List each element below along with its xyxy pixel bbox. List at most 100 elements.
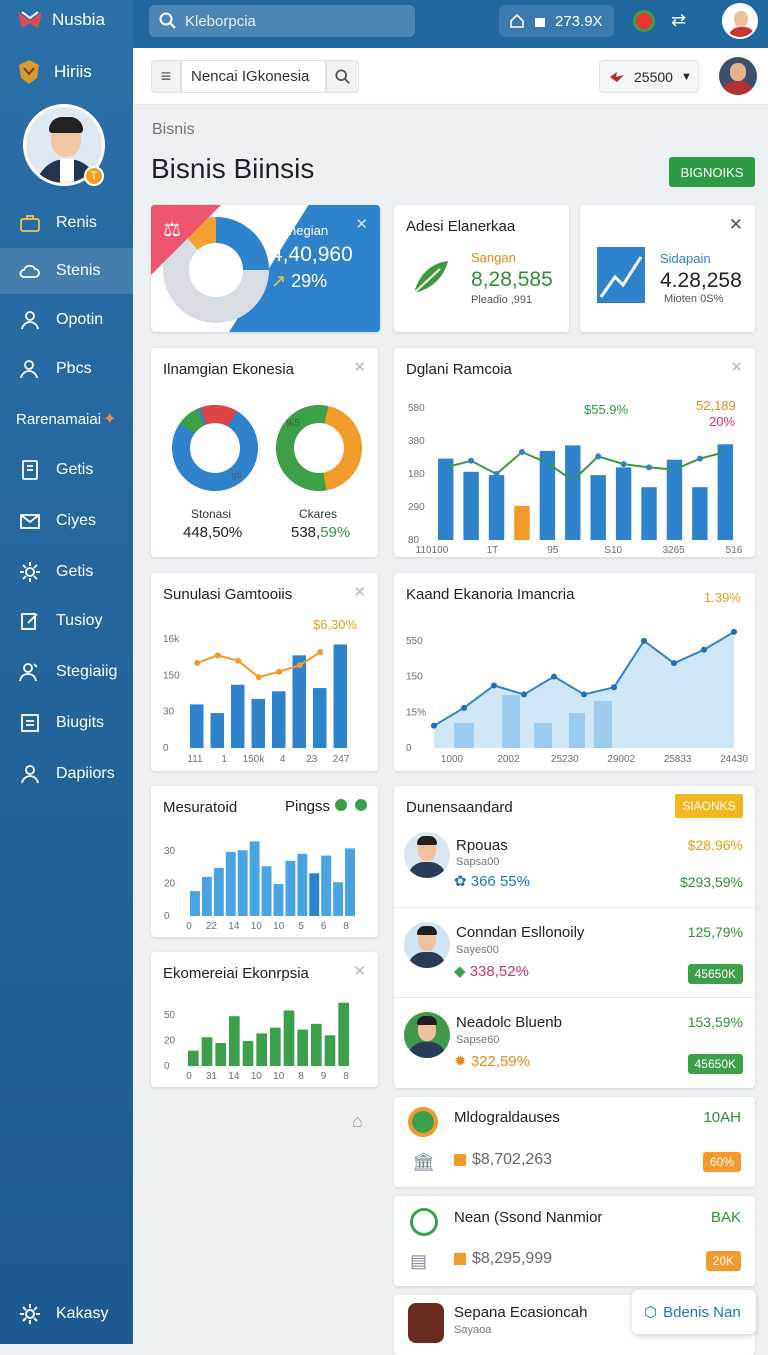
donut-chart-right bbox=[276, 405, 362, 491]
sidebar-item-stenis[interactable]: Stenis bbox=[0, 248, 133, 294]
sidebar-item-label: Stegiaiig bbox=[56, 663, 118, 680]
sidebar-item-dapiiors[interactable]: Dapiiors bbox=[0, 751, 133, 797]
line-point bbox=[518, 449, 525, 455]
bar bbox=[261, 866, 272, 916]
sidebar-item-renis[interactable]: Renis bbox=[0, 200, 133, 246]
sidebar-item-pbcs[interactable]: Pbcs bbox=[0, 346, 133, 392]
close-icon[interactable]: ✕ bbox=[729, 215, 743, 235]
sidebar-item-label: Ciyes bbox=[56, 512, 97, 529]
leaderboard-badge[interactable]: SIAONKS bbox=[675, 794, 743, 818]
search-icon bbox=[159, 12, 176, 29]
sidebar-item-tusioy[interactable]: Tusioy bbox=[0, 598, 133, 644]
list-item[interactable]: Conndan Esllonoily Sayes00 ◆ 338,52% 125… bbox=[394, 908, 755, 998]
notification-icon[interactable] bbox=[633, 10, 655, 32]
stat-card-blue[interactable]: ⚖ ✕ Manegian 4,40,960 ↗ 29% bbox=[151, 205, 380, 332]
bar bbox=[717, 444, 733, 540]
avatar-badge: T bbox=[84, 166, 104, 186]
sidebar-item-label: Tusioy bbox=[56, 612, 103, 629]
user-avatar[interactable] bbox=[722, 3, 758, 39]
row-name: Rpouas bbox=[456, 837, 508, 854]
sidebar-item-getis[interactable]: Getis bbox=[0, 549, 133, 595]
x-tick-label: 9 bbox=[321, 1071, 327, 1082]
gear-icon bbox=[20, 1304, 40, 1324]
breadcrumb[interactable]: Bisnis bbox=[152, 121, 195, 139]
list-item[interactable]: Rpouas Sapsa00 ✿ 366 55% $28,96% $293,59… bbox=[394, 818, 755, 908]
person-icon bbox=[21, 765, 39, 784]
line-point bbox=[620, 461, 627, 468]
bar bbox=[324, 1035, 336, 1066]
swap-icon[interactable]: ⇄ bbox=[671, 10, 686, 31]
x-tick-label: 3265 bbox=[662, 545, 685, 556]
line-point bbox=[671, 466, 678, 473]
sidebar-item-ciyes[interactable]: Ciyes bbox=[0, 498, 133, 544]
x-tick-label: 0 bbox=[186, 921, 192, 932]
mini-card-pill: 60% bbox=[702, 1152, 741, 1172]
line-point bbox=[581, 691, 587, 698]
row-right-bottom: $293,59% bbox=[679, 874, 743, 890]
sidebar-item-opotin[interactable]: Opotin bbox=[0, 297, 133, 343]
counter-widget[interactable]: 273.9X bbox=[499, 5, 614, 37]
x-tick-label: 111 bbox=[187, 754, 203, 765]
bar bbox=[454, 723, 474, 748]
x-tick-label: 23 bbox=[306, 754, 318, 765]
profile-avatar[interactable] bbox=[719, 57, 757, 95]
bar bbox=[502, 695, 520, 748]
bar bbox=[283, 1010, 295, 1066]
sidebar-item-settings[interactable]: Kakasy bbox=[18, 1302, 108, 1326]
filter-input[interactable]: Nencai IGkonesia bbox=[181, 60, 326, 93]
bag-icon bbox=[535, 18, 545, 27]
action-button[interactable]: BIGNOIKS bbox=[669, 157, 755, 187]
wing-icon bbox=[610, 71, 624, 82]
bar bbox=[333, 882, 344, 916]
stat-change: 29% bbox=[291, 271, 328, 291]
y-tick-label: 290 bbox=[408, 502, 425, 513]
page-title: Bisnis Biinsis bbox=[151, 153, 315, 184]
bar bbox=[210, 713, 224, 748]
x-tick-label: 10 bbox=[251, 921, 263, 932]
bar-line-chart: 16k150300$6,30%111 1 150k 4 23 247 bbox=[163, 617, 358, 765]
y-tick-label: 50 bbox=[164, 1010, 176, 1021]
y-tick-label: 150 bbox=[163, 670, 180, 681]
close-icon[interactable]: ✕ bbox=[355, 215, 368, 233]
avatar bbox=[404, 832, 450, 878]
chart-card-ekomereiai: Ekomereiai Ekonrpsia ✕ 50 20 0 0 31 14 10 10 8 9 8 bbox=[151, 952, 378, 1087]
bar bbox=[321, 855, 332, 916]
cloud-icon bbox=[19, 264, 40, 278]
stat-sub: Pleadio ,991 bbox=[471, 294, 533, 306]
line-point bbox=[493, 471, 500, 477]
mini-card[interactable]: Mldograldauses 10AH 🏛 $8,702,263 60% bbox=[394, 1097, 755, 1187]
line-point bbox=[569, 477, 576, 484]
briefcase-icon bbox=[20, 215, 40, 232]
bar-chart: 50 20 0 0 31 14 10 10 8 9 8 bbox=[164, 1002, 349, 1082]
list-item[interactable]: Neadolc Bluenb Sapse60 ✹ 322,59% 153,59%… bbox=[394, 998, 755, 1088]
sidebar-item-getis[interactable]: Getis bbox=[0, 447, 133, 493]
x-tick-label: 0 bbox=[186, 1071, 192, 1082]
brand[interactable]: Nusbia bbox=[16, 6, 105, 34]
line-point bbox=[276, 668, 283, 675]
bar bbox=[514, 505, 530, 540]
line-series bbox=[445, 450, 726, 482]
sidebar-item-rarenamaiai[interactable]: Rarenamaiai ✦ bbox=[0, 396, 133, 442]
sidebar-item-biugits[interactable]: Biugits bbox=[0, 700, 133, 746]
stat-card-trend[interactable]: ✕ Sidapain 4.28,258 Mioten 0S% bbox=[580, 205, 755, 332]
mini-card-value: $8,295,999 bbox=[472, 1250, 553, 1267]
sidebar-item-stegiaiig[interactable]: Stegiaiig bbox=[0, 649, 133, 695]
bar bbox=[201, 876, 212, 916]
mini-card[interactable]: Nean (Ssond Nanmior BAK ▤ $8,295,999 20K bbox=[394, 1196, 755, 1286]
area-chart: 550 150 15% 0 1.39% 1000 2002 25230 29002 25833 24… bbox=[406, 590, 748, 765]
line-point bbox=[461, 704, 467, 711]
bar bbox=[590, 475, 606, 540]
menu-icon[interactable]: ≡ bbox=[151, 60, 181, 93]
bookmark-icon[interactable]: ⌂ bbox=[352, 1111, 363, 1132]
sidebar-secondary[interactable]: Hiriis bbox=[16, 58, 92, 86]
close-icon[interactable]: ✕ bbox=[353, 358, 366, 376]
x-tick-label: 10 bbox=[273, 1071, 285, 1082]
filter-search-button[interactable] bbox=[326, 60, 359, 93]
balance-dropdown[interactable]: 25500 ▼ bbox=[599, 60, 699, 93]
floating-action-button[interactable]: ⬡ Bdenis Nan bbox=[632, 1290, 756, 1334]
search-input[interactable]: Kleborpcia bbox=[149, 5, 415, 37]
search-placeholder: Kleborpcia bbox=[185, 12, 256, 30]
stat-card-leaf[interactable]: Adesi Elanerkaa Sangan 8,28,585 Pleadio … bbox=[394, 205, 569, 332]
mini-card-name: Nean (Ssond Nanmior bbox=[454, 1209, 603, 1226]
x-tick-label: 4 bbox=[280, 754, 286, 765]
